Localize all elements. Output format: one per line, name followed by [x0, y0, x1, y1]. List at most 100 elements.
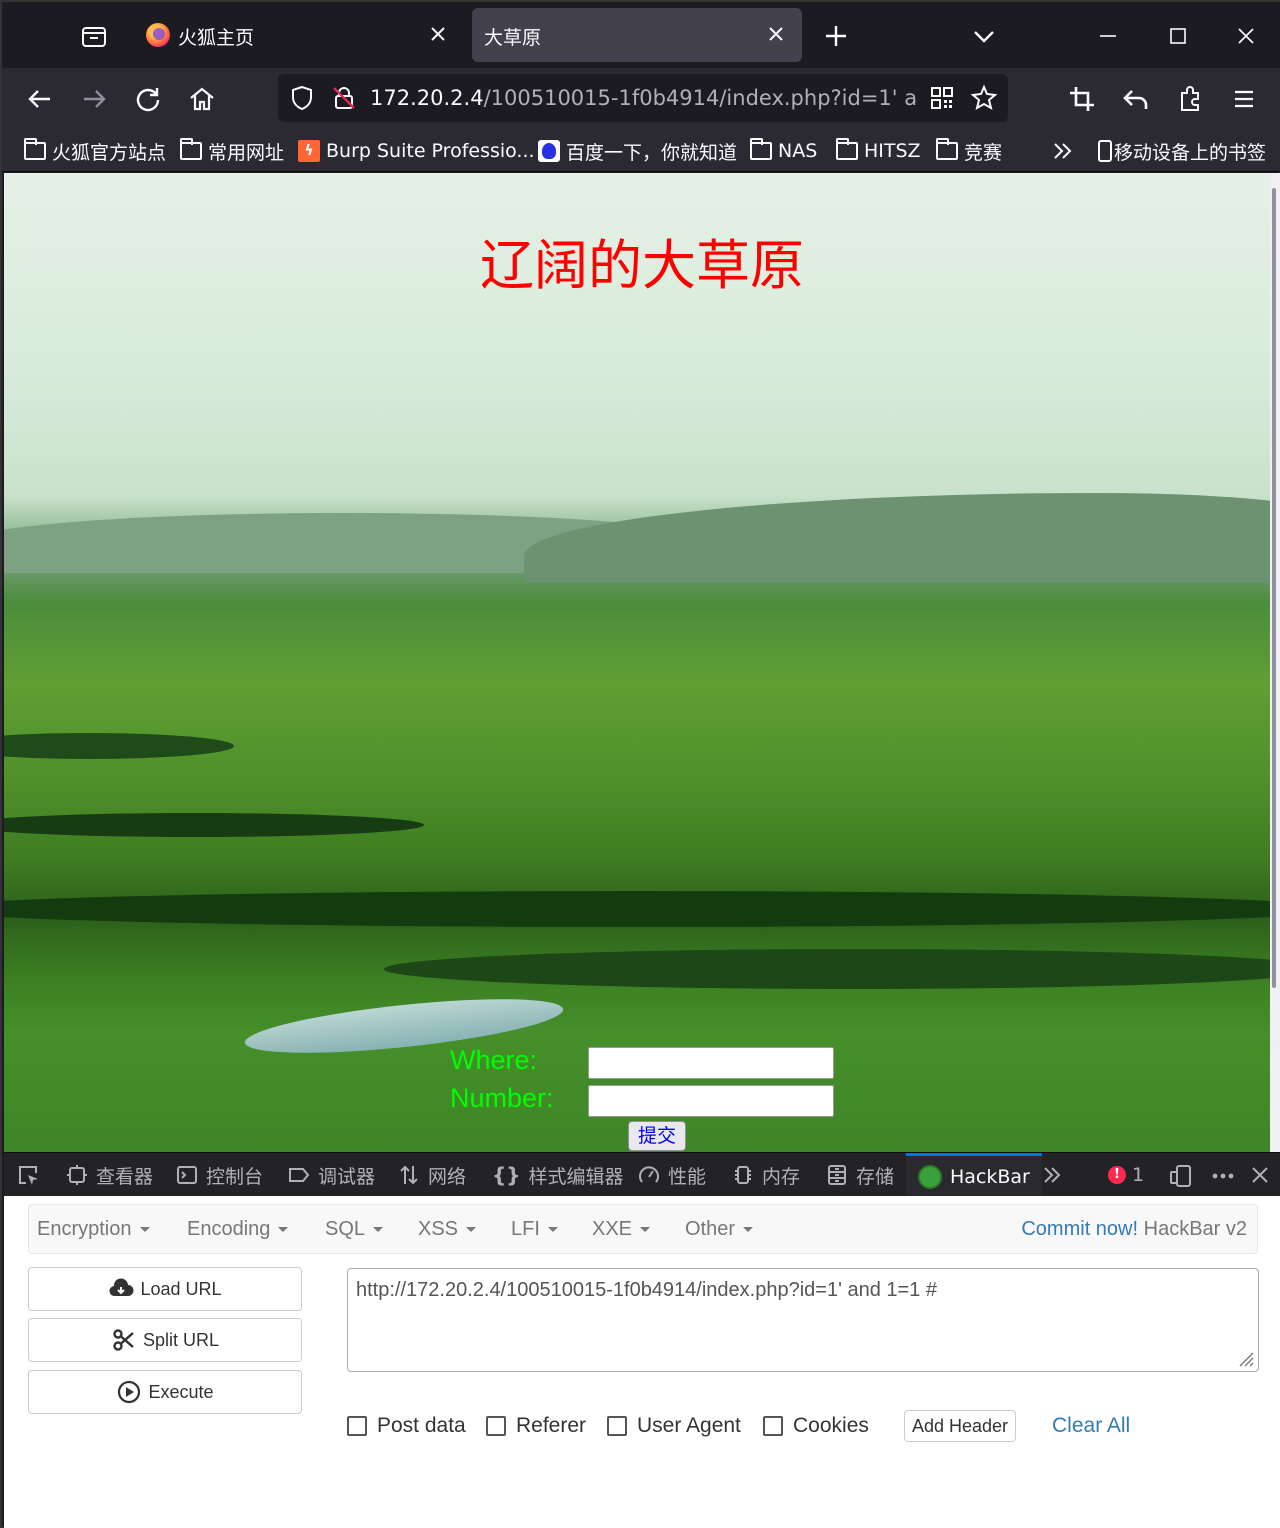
bookmark-item[interactable]: HITSZ	[836, 136, 921, 166]
menu-other[interactable]: Other	[685, 1218, 754, 1241]
bookmark-item[interactable]: 火狐官方站点	[24, 136, 166, 166]
window-close-icon[interactable]	[1230, 20, 1262, 52]
chevron-double-right-icon[interactable]	[1040, 1163, 1064, 1187]
bookmark-label: 百度一下，你就知道	[566, 141, 738, 164]
checkbox-box[interactable]	[607, 1416, 627, 1436]
devtools-tab-label: HackBar	[950, 1165, 1030, 1188]
tab-firefox-home[interactable]: 火狐主页	[130, 8, 464, 62]
clear-all-link[interactable]: Clear All	[1052, 1414, 1130, 1438]
hackbar-url-textarea[interactable]: http://172.20.2.4/100510015-1f0b4914/ind…	[347, 1268, 1259, 1372]
page-scrollbar-thumb[interactable]	[1272, 188, 1276, 988]
responsive-design-icon[interactable]	[1168, 1163, 1194, 1189]
address-bar[interactable]: 172.20.2.4/100510015-1f0b4914/index.php?…	[278, 74, 1008, 122]
where-input[interactable]	[588, 1047, 834, 1079]
number-input[interactable]	[588, 1085, 834, 1117]
devtools-tab-network[interactable]: 网络	[398, 1153, 466, 1197]
grass-shadow	[4, 813, 424, 837]
insecure-lock-icon[interactable]	[330, 84, 358, 112]
qr-code-icon[interactable]	[928, 84, 956, 112]
menu-label: Encoding	[187, 1218, 271, 1240]
style-editor-icon: {}	[492, 1163, 521, 1187]
menu-sql[interactable]: SQL	[325, 1218, 384, 1241]
caret-down-icon	[373, 1227, 384, 1233]
devtools-tab-memory[interactable]: 内存	[732, 1153, 800, 1197]
devtools-tab-storage[interactable]: 存储	[826, 1153, 894, 1197]
load-url-button[interactable]: Load URL	[28, 1267, 302, 1311]
mobile-bookmarks[interactable]: 移动设备上的书签	[1098, 136, 1266, 166]
menu-encoding[interactable]: Encoding	[187, 1218, 289, 1241]
menu-icon[interactable]	[1228, 83, 1260, 115]
tab-grassland[interactable]: 大草原	[472, 8, 802, 62]
split-url-label: Split URL	[142, 1329, 220, 1350]
back-icon[interactable]	[24, 83, 56, 115]
devtools-tab-style-editor[interactable]: {} 样式编辑器	[492, 1153, 624, 1197]
bookmark-star-icon[interactable]	[970, 84, 998, 112]
submit-button[interactable]: 提交	[628, 1121, 686, 1151]
close-devtools-icon[interactable]	[1248, 1163, 1272, 1187]
new-tab-icon[interactable]	[820, 20, 852, 52]
bookmark-item[interactable]: NAS	[750, 136, 817, 166]
minimize-icon[interactable]	[1092, 20, 1124, 52]
checkbox-box[interactable]	[486, 1416, 506, 1436]
bookmark-item[interactable]: ϟ Burp Suite Professio...	[298, 136, 535, 166]
hackbar-brand: Commit now! HackBar v2	[1021, 1218, 1247, 1241]
reload-icon[interactable]	[132, 83, 164, 115]
more-options-icon[interactable]	[1210, 1163, 1236, 1189]
folder-icon	[180, 138, 202, 160]
cookies-checkbox[interactable]: Cookies	[763, 1414, 869, 1438]
devtools-tab-label: 内存	[762, 1165, 801, 1188]
folder-icon	[24, 138, 46, 160]
caret-down-icon	[743, 1227, 754, 1233]
devtools-tab-debugger[interactable]: 调试器	[288, 1153, 375, 1197]
checkbox-box[interactable]	[763, 1416, 783, 1436]
devtools-tab-label: 存储	[856, 1165, 895, 1188]
menu-label: XSS	[418, 1218, 459, 1240]
close-icon[interactable]	[764, 22, 788, 46]
devtools-tab-label: 控制台	[206, 1165, 264, 1188]
devtools-tab-performance[interactable]: 性能	[638, 1153, 706, 1197]
maximize-icon[interactable]	[1162, 20, 1194, 52]
error-count[interactable]: ! 1	[1108, 1153, 1144, 1197]
menu-label: Encryption	[37, 1218, 132, 1240]
undo-icon[interactable]	[1120, 83, 1152, 115]
url-host: 172.20.2.4	[370, 86, 484, 110]
add-header-button[interactable]: Add Header	[904, 1410, 1016, 1442]
element-picker-icon[interactable]	[16, 1163, 40, 1187]
shield-icon[interactable]	[288, 84, 316, 112]
cloud-download-icon	[109, 1278, 134, 1297]
baidu-icon	[538, 140, 560, 162]
bookmark-item[interactable]: 百度一下，你就知道	[538, 136, 737, 166]
user-agent-checkbox[interactable]: User Agent	[607, 1414, 741, 1438]
devtools-tab-console[interactable]: 控制台	[176, 1153, 263, 1197]
menu-encryption[interactable]: Encryption	[37, 1218, 150, 1241]
bookmark-label: NAS	[778, 140, 818, 162]
home-icon[interactable]	[186, 83, 218, 115]
chevron-double-right-icon[interactable]	[1050, 138, 1076, 164]
commit-link[interactable]: Commit now!	[1021, 1218, 1138, 1240]
devtools-tab-inspector[interactable]: 查看器	[66, 1153, 153, 1197]
url-text[interactable]: 172.20.2.4/100510015-1f0b4914/index.php?…	[370, 86, 916, 110]
split-url-button[interactable]: Split URL	[28, 1318, 302, 1362]
forward-icon[interactable]	[78, 83, 110, 115]
inspector-icon	[67, 1165, 87, 1185]
chevron-down-icon[interactable]	[968, 20, 1000, 52]
execute-button[interactable]: Execute	[28, 1370, 302, 1414]
tab-overview-icon[interactable]	[78, 20, 110, 52]
error-icon: !	[1108, 1166, 1126, 1184]
devtools-tab-hackbar[interactable]: HackBar	[906, 1153, 1042, 1197]
referer-checkbox[interactable]: Referer	[486, 1414, 586, 1438]
bookmark-item[interactable]: 常用网址	[180, 136, 284, 166]
close-icon[interactable]	[426, 22, 450, 46]
devtools-tab-label: 调试器	[318, 1165, 376, 1188]
menu-xss[interactable]: XSS	[418, 1218, 477, 1241]
menu-lfi[interactable]: LFI	[511, 1218, 558, 1241]
post-data-checkbox[interactable]: Post data	[347, 1414, 466, 1438]
checkbox-box[interactable]	[347, 1416, 367, 1436]
bookmark-label: HITSZ	[864, 140, 921, 162]
play-circle-icon	[118, 1380, 141, 1404]
bookmark-item[interactable]: 竞赛	[936, 136, 1002, 166]
menu-xxe[interactable]: XXE	[592, 1218, 651, 1241]
screenshot-crop-icon[interactable]	[1066, 83, 1098, 115]
extensions-icon[interactable]	[1174, 83, 1206, 115]
resize-grip-icon[interactable]	[1236, 1349, 1254, 1367]
